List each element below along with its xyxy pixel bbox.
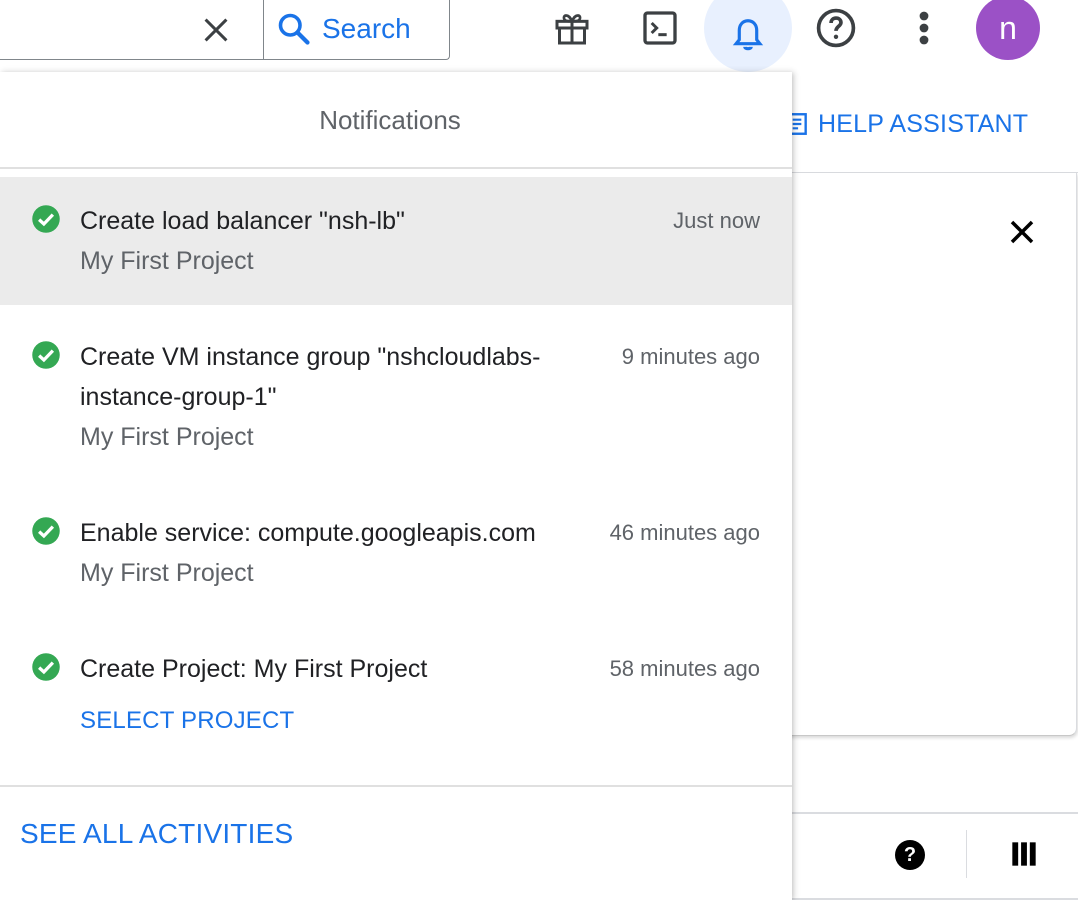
notification-project: My First Project — [80, 247, 254, 275]
notifications-title: Notifications — [319, 104, 461, 135]
help-assistant-label: HELP ASSISTANT — [818, 109, 1029, 138]
notification-item[interactable]: Enable service: compute.googleapis.com 4… — [0, 489, 792, 617]
notification-time: 9 minutes ago — [621, 344, 760, 369]
notifications-panel: Notifications Create load balancer "nsh-… — [0, 72, 792, 900]
top-bar: Search n — [0, 0, 1078, 72]
notification-name: Create load balancer "nsh-lb" — [80, 207, 405, 235]
help-assistant-button[interactable]: HELP ASSISTANT — [784, 104, 1028, 144]
notification-item[interactable]: Create VM instance group "nshcloudlabs-i… — [0, 313, 792, 481]
notification-name: Create Project: My First Project — [80, 655, 428, 683]
notifications-button[interactable] — [704, 0, 792, 72]
toolbar-divider — [966, 830, 967, 878]
search-bar[interactable]: Search — [0, 0, 450, 60]
notification-item[interactable]: Create Project: My First Project 58 minu… — [0, 625, 792, 765]
see-all-activities-link[interactable]: SEE ALL ACTIVITIES — [20, 818, 293, 850]
check-circle-icon — [32, 517, 60, 545]
notification-time: 58 minutes ago — [609, 656, 760, 681]
cloud-shell-button[interactable] — [630, 0, 690, 58]
gift-icon — [555, 14, 589, 45]
close-icon — [1010, 220, 1034, 244]
close-icon — [204, 18, 228, 42]
notification-time: 46 minutes ago — [609, 520, 760, 545]
search-button-label: Search — [322, 13, 411, 44]
title-divider — [0, 167, 792, 169]
more-vert-icon — [919, 11, 929, 45]
notification-name: Enable service: compute.googleapis.com — [80, 519, 536, 547]
help-circle-icon[interactable]: ? — [895, 840, 925, 870]
footer-divider — [0, 785, 792, 787]
notification-time: Just now — [673, 208, 760, 233]
terminal-icon — [643, 11, 677, 45]
clear-search-button[interactable] — [196, 10, 236, 50]
account-avatar[interactable]: n — [976, 0, 1040, 60]
bell-icon — [732, 19, 764, 51]
close-card-button[interactable] — [1002, 212, 1042, 252]
search-button[interactable]: Search — [276, 0, 411, 58]
notification-item[interactable]: Create load balancer "nsh-lb" Just now M… — [0, 177, 792, 305]
help-icon — [816, 8, 856, 48]
search-icon — [278, 13, 310, 45]
check-circle-icon — [32, 341, 60, 369]
help-button[interactable] — [806, 0, 866, 58]
whats-new-button[interactable] — [542, 0, 602, 58]
more-options-button[interactable] — [894, 0, 954, 58]
notification-project: My First Project — [80, 559, 254, 587]
search-divider — [263, 0, 264, 59]
notification-project: My First Project — [80, 423, 254, 451]
check-circle-icon — [32, 205, 60, 233]
check-circle-icon — [32, 653, 60, 681]
column-display-icon[interactable] — [1010, 840, 1038, 868]
info-card — [760, 173, 1077, 736]
select-project-link[interactable]: SELECT PROJECT — [80, 701, 294, 741]
notification-name: Create VM instance group "nshcloudlabs-i… — [80, 343, 541, 411]
